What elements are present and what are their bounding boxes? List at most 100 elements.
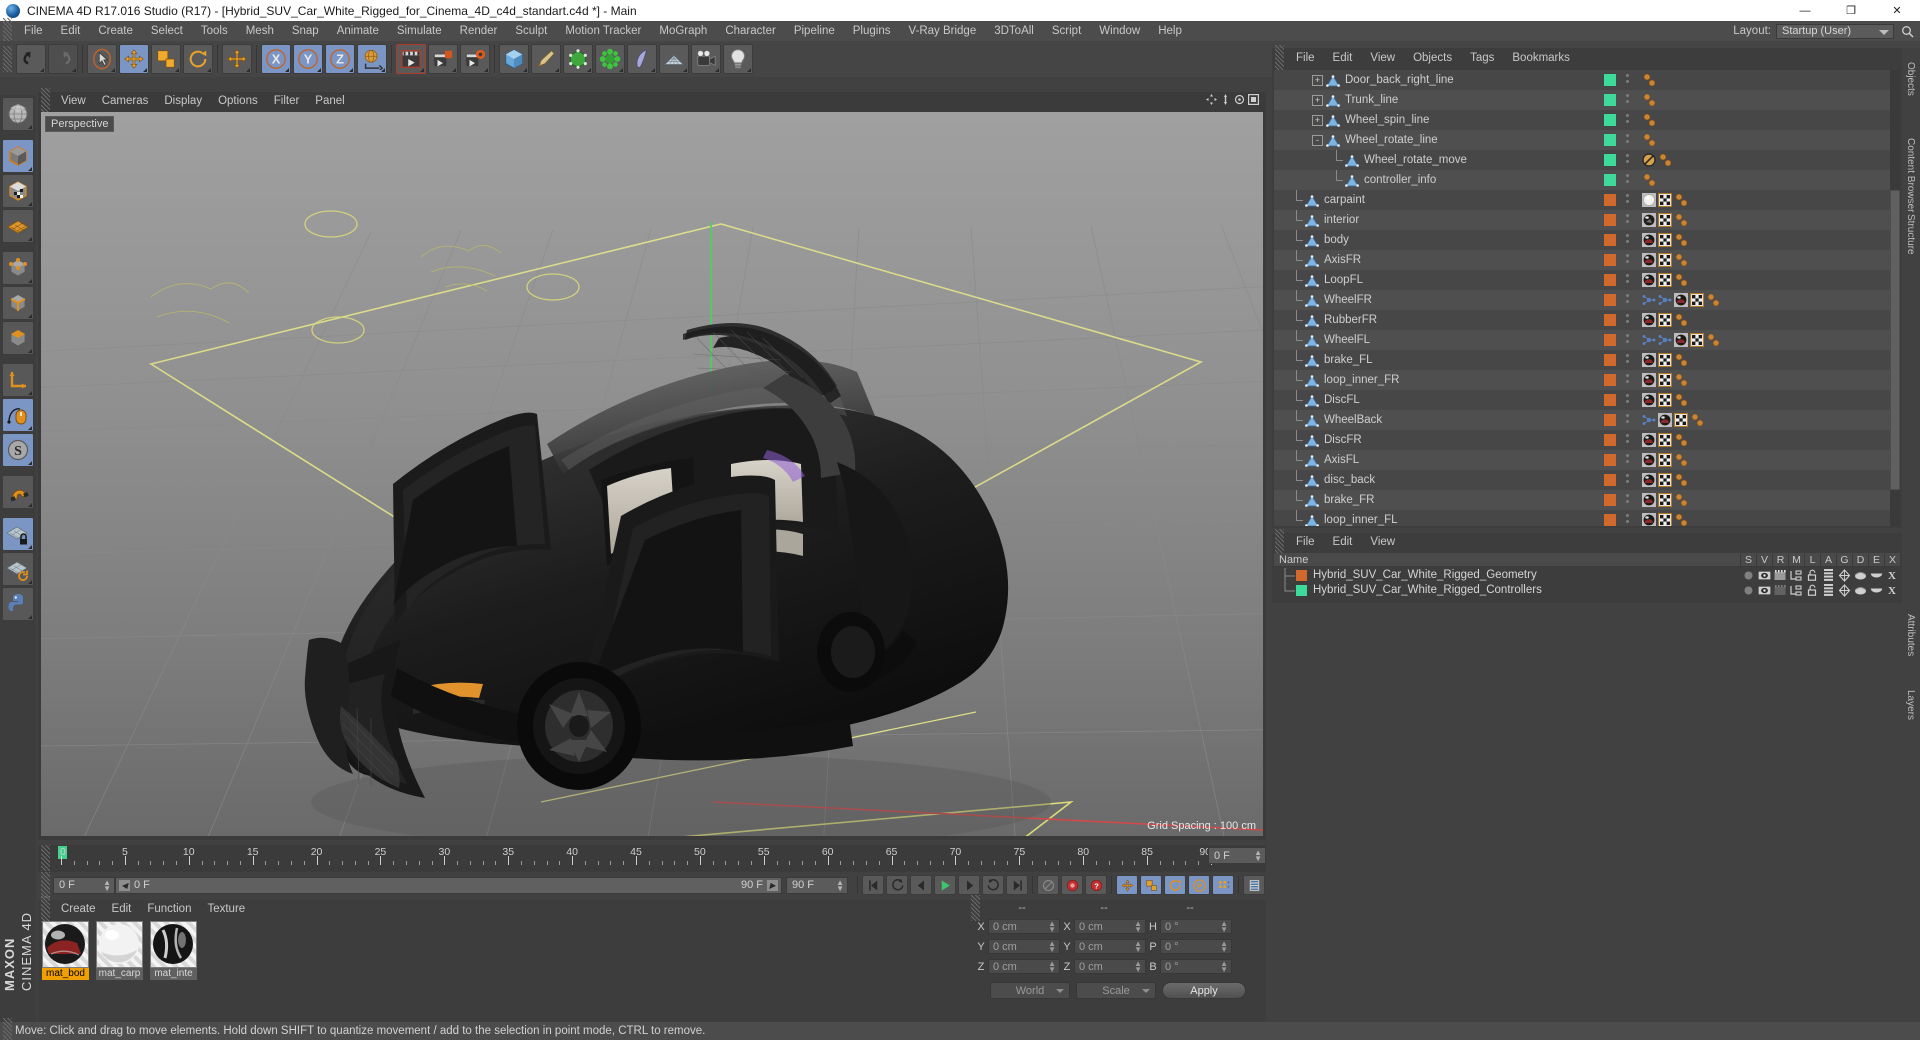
scrollbar-thumb[interactable] — [1890, 190, 1900, 490]
tag-anim-icon[interactable] — [1674, 193, 1688, 207]
tag-anim-icon[interactable] — [1674, 213, 1688, 227]
object-menu-file[interactable]: File — [1287, 48, 1324, 68]
menu-item-v-ray-bridge[interactable]: V-Ray Bridge — [899, 21, 985, 41]
object-row[interactable]: AxisFL — [1274, 450, 1900, 470]
size-field[interactable]: 0 cm ▲ ▼ — [1074, 919, 1146, 934]
tag-uv-icon[interactable] — [1657, 372, 1673, 388]
tag-mat-car-icon[interactable] — [1642, 453, 1656, 467]
go-to-end-button[interactable] — [1006, 875, 1028, 895]
material-mat_carpaint[interactable]: mat_carp — [96, 921, 143, 980]
layer-header-g[interactable]: G — [1836, 553, 1852, 566]
tag-uv-icon[interactable] — [1657, 492, 1673, 508]
frame-range-slider[interactable]: ◀ 0 F 90 F ▶ — [115, 876, 782, 894]
object-row[interactable]: DiscFR — [1274, 430, 1900, 450]
tag-uv-icon[interactable] — [1657, 512, 1673, 526]
right-tab-structure[interactable]: Structure — [1903, 214, 1919, 284]
object-row[interactable]: loop_inner_FL — [1274, 510, 1900, 526]
expression-cell[interactable] — [1868, 570, 1884, 581]
layer-color-swatch[interactable] — [1604, 434, 1616, 446]
tag-mat-car-icon[interactable] — [1642, 353, 1656, 367]
rotate-tool[interactable] — [183, 44, 213, 74]
rotation-field[interactable]: 0 ° ▲ ▼ — [1160, 939, 1232, 954]
generator-cell[interactable] — [1836, 583, 1852, 597]
axis-x-toggle[interactable]: X — [261, 44, 291, 74]
toolbar-grip[interactable] — [3, 46, 12, 72]
tag-mat-dark-icon[interactable] — [1642, 213, 1656, 227]
spinner-icon[interactable]: ▲ ▼ — [1048, 960, 1056, 974]
viewport-menu-panel[interactable]: Panel — [307, 92, 352, 110]
pla-key-toggle[interactable] — [1212, 875, 1234, 895]
maximize-view-icon[interactable] — [1248, 92, 1260, 110]
menu-item-mograph[interactable]: MoGraph — [650, 21, 716, 41]
layer-color-swatch[interactable] — [1604, 274, 1616, 286]
material-mat_body[interactable]: mat_bod — [42, 921, 89, 980]
layer-color-swatch[interactable] — [1604, 354, 1616, 366]
layer-header-r[interactable]: R — [1772, 553, 1788, 566]
tag-mat-car-icon[interactable] — [1658, 413, 1672, 427]
spinner-icon[interactable]: ▲ ▼ — [1048, 920, 1056, 934]
object-row[interactable]: body — [1274, 230, 1900, 250]
right-tab-objects[interactable]: Objects — [1903, 62, 1919, 132]
object-row[interactable]: Wheel_rotate_move — [1274, 150, 1900, 170]
move-duplicate-tool[interactable] — [222, 44, 252, 74]
lock-workplane-button[interactable] — [2, 517, 34, 551]
layer-menu-edit[interactable]: Edit — [1324, 533, 1362, 551]
layer-menu-view[interactable]: View — [1361, 533, 1404, 551]
right-tab-content-browser[interactable]: Content Browser — [1903, 138, 1919, 212]
tag-anim-icon[interactable] — [1674, 393, 1688, 407]
layer-menu-file[interactable]: File — [1287, 533, 1324, 551]
layer-header-m[interactable]: M — [1788, 553, 1804, 566]
tag-cluster-icon[interactable] — [1642, 293, 1656, 307]
tag-uv-icon[interactable] — [1657, 232, 1673, 248]
close-button[interactable]: ✕ — [1874, 0, 1920, 21]
tag-uv-icon[interactable] — [1657, 252, 1673, 268]
timeline-frame-field[interactable]: 0 F ▲ ▼ — [1208, 847, 1266, 864]
render-cell[interactable] — [1772, 584, 1788, 596]
timeline-grip[interactable] — [41, 845, 50, 871]
tag-uv-icon[interactable] — [1657, 192, 1673, 208]
tag-uv-icon[interactable] — [1657, 452, 1673, 468]
tag-mat-white-icon[interactable] — [1642, 193, 1656, 207]
render-cell[interactable] — [1772, 569, 1788, 581]
next-key-button[interactable] — [982, 875, 1004, 895]
generator-cell[interactable] — [1836, 568, 1852, 582]
spinner-icon[interactable]: ▲ ▼ — [1220, 920, 1228, 934]
viewport-menu-cameras[interactable]: Cameras — [94, 92, 157, 110]
status-grip[interactable] — [3, 1018, 12, 1040]
tag-anim-icon[interactable] — [1658, 153, 1672, 167]
add-light-button[interactable] — [723, 44, 753, 74]
layer-color-swatch[interactable] — [1604, 314, 1616, 326]
tag-mat-car-icon[interactable] — [1642, 473, 1656, 487]
tag-anim-icon[interactable] — [1674, 373, 1688, 387]
tag-anim-icon[interactable] — [1642, 133, 1656, 147]
layer-color-swatch[interactable] — [1604, 214, 1616, 226]
solo-cell[interactable] — [1740, 585, 1756, 596]
add-array-button[interactable] — [595, 44, 625, 74]
search-icon[interactable] — [1898, 23, 1916, 39]
tag-anim-icon[interactable] — [1674, 353, 1688, 367]
tag-uv-icon[interactable] — [1673, 412, 1689, 428]
tag-anim-icon[interactable] — [1642, 93, 1656, 107]
layer-header-d[interactable]: D — [1852, 553, 1868, 566]
expand-toggle[interactable]: - — [1312, 134, 1323, 146]
right-tab-attributes[interactable]: Attributes — [1903, 614, 1919, 684]
viewport-menu-options[interactable]: Options — [210, 92, 266, 110]
menu-item-snap[interactable]: Snap — [283, 21, 328, 41]
minimize-button[interactable]: — — [1782, 0, 1828, 21]
layer-color-swatch[interactable] — [1604, 334, 1616, 346]
point-mode-button[interactable] — [2, 251, 34, 285]
expand-toggle[interactable]: + — [1312, 74, 1323, 86]
spinner-icon[interactable]: ▲ ▼ — [1134, 920, 1142, 934]
menu-item-pipeline[interactable]: Pipeline — [785, 21, 844, 41]
tag-anim-icon[interactable] — [1674, 513, 1688, 526]
move-tool[interactable] — [119, 44, 149, 74]
undo-button[interactable] — [16, 44, 46, 74]
position-key-toggle[interactable] — [1116, 875, 1138, 895]
layer-color-swatch[interactable] — [1604, 154, 1616, 166]
menu-item-file[interactable]: File — [15, 21, 52, 41]
scale-tool[interactable] — [151, 44, 181, 74]
spinner-icon[interactable]: ▲ ▼ — [836, 878, 844, 892]
menu-item-edit[interactable]: Edit — [52, 21, 90, 41]
axis-y-toggle[interactable]: Y — [293, 44, 323, 74]
solo-cell[interactable] — [1740, 570, 1756, 581]
